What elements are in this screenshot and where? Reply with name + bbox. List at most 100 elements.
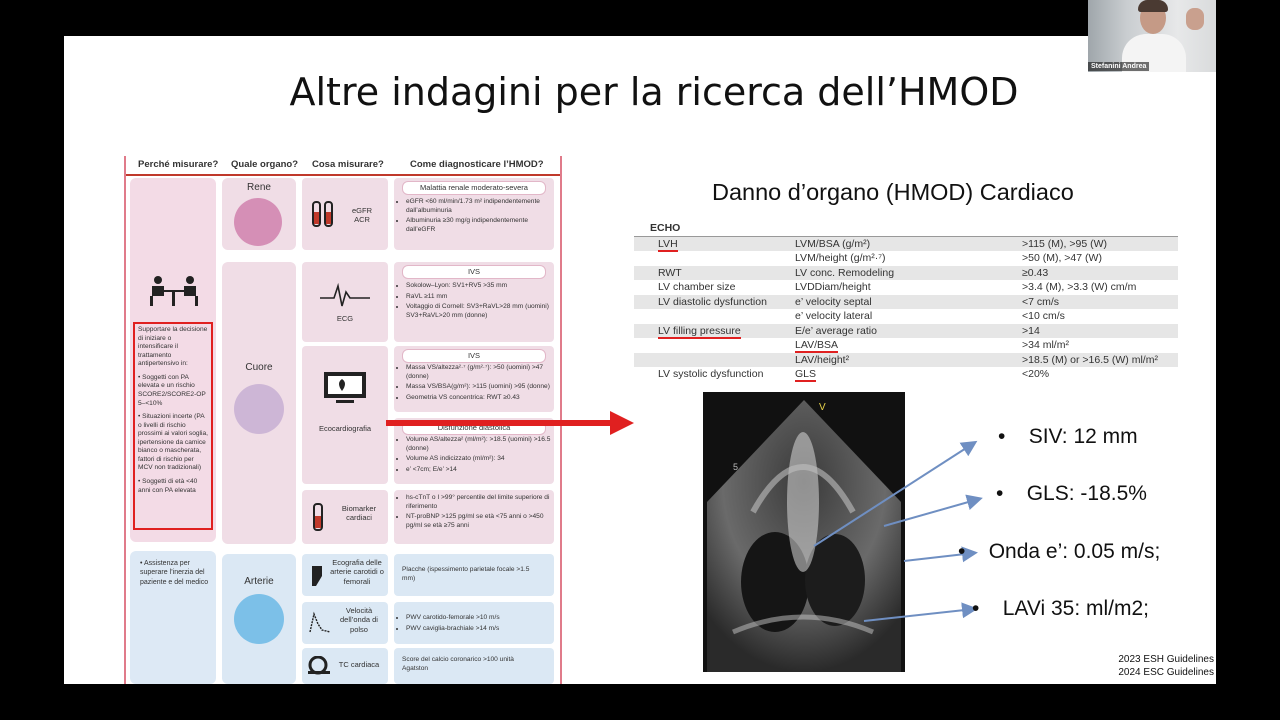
header-divider	[124, 174, 562, 176]
webcam-thumbnail: Stefanini Andrea	[1088, 0, 1216, 72]
diag-bio-item: hs-cTnT o I >99° percentile del limite s…	[406, 494, 556, 511]
cell-gls: GLS	[795, 368, 817, 382]
organ-label-kidney: Rene	[247, 182, 271, 193]
diag-ct-text: Score del calcio coronarico >100 unità A…	[402, 656, 514, 672]
cell: LVM/BSA (g/m²)	[793, 236, 1020, 251]
slide: Altre indagini per la ricerca dell’HMOD …	[64, 36, 1216, 684]
cell: ≥0.43	[1020, 265, 1178, 280]
cell	[634, 251, 793, 266]
why-text-4: • Soggetti di età <40 anni con PA elevat…	[138, 478, 198, 494]
diag-pwv-item: PWV carotido-femorale >10 m/s	[406, 614, 556, 623]
diag-diastolic-item: e’ <7cm; E/e’ >14	[406, 466, 556, 475]
webcam-name-label: Stefanini Andrea	[1088, 62, 1150, 71]
diag-echo-item: Massa VS/BSA(g/m²): >115 (uomini) >95 (d…	[406, 383, 556, 392]
cell: RWT	[634, 265, 793, 280]
measure-biomarkers: Biomarker cardiaci	[302, 490, 388, 544]
left-border	[124, 156, 126, 684]
cell	[634, 309, 793, 324]
cell	[634, 352, 793, 367]
cell: >3.4 (M), >3.3 (W) cm/m	[1022, 281, 1137, 293]
measure-ct: TC cardiaca	[302, 648, 388, 684]
measure-label-echo: Ecocardiografia	[318, 424, 372, 433]
measure-label-ct: TC cardiaca	[338, 660, 380, 669]
diag-kidney-item: eGFR <60 ml/min/1.73 m² indipendentement…	[406, 198, 556, 215]
why-text-1: Supportare la decisione di iniziare o in…	[138, 326, 208, 368]
measure-label-carotid: Ecografia delle arterie carotidi o femor…	[330, 558, 384, 586]
cell: <7 cm/s	[1020, 294, 1178, 309]
finding-siv: • SIV: 12 mm	[998, 425, 1138, 448]
col-header-measure: Cosa misurare?	[312, 159, 384, 170]
organ-kidney: Rene	[222, 178, 296, 250]
footer-line: 2023 ESH Guidelines	[1118, 654, 1214, 665]
cell: >14	[1020, 323, 1178, 338]
diag-kidney-title: Malattia renale moderato-severa	[402, 181, 546, 195]
finding-lavi: • LAVi 35: ml/m2;	[972, 597, 1149, 620]
diag-pwv-item: PWV caviglia-brachiale >14 m/s	[406, 625, 556, 634]
col-header-organ: Quale organo?	[231, 159, 299, 170]
why-text-2: • Soggetti con PA elevata e un rischio S…	[138, 373, 206, 407]
red-arrow	[386, 411, 634, 435]
vial-icon	[313, 503, 323, 531]
cell: LAV/height²	[793, 352, 1020, 367]
finding-text: SIV: 12 mm	[1028, 425, 1138, 448]
cell: LV systolic dysfunction	[658, 368, 764, 380]
ultrasound-probe-icon	[312, 566, 322, 586]
measure-ecg: ECG	[302, 262, 388, 342]
finding-text: Onda e’: 0.05 m/s;	[988, 540, 1161, 563]
finding-text: GLS: -18.5%	[1026, 482, 1147, 505]
measure-pwv: Velocità dell’onda di polso	[302, 602, 388, 644]
cell: LVDDiam/height	[795, 281, 871, 293]
diag-ecg-title: IVS	[402, 265, 546, 279]
measure-label-biomarkers: Biomarker cardiaci	[341, 504, 377, 523]
footer-line: 2024 ESC Guidelines	[1118, 667, 1214, 678]
diag-ecg-item: Sokolow–Lyon: SV1+RV5 >35 mm	[406, 282, 556, 291]
measure-kidney: eGFR ACR	[302, 178, 388, 250]
cell	[634, 338, 793, 353]
measure-label-kidney: eGFR ACR	[351, 206, 372, 225]
organ-heart: Cuore	[222, 262, 296, 544]
diag-ct: Score del calcio coronarico >100 unità A…	[394, 648, 554, 684]
finding-text: LAVi 35: ml/m2;	[1002, 597, 1149, 620]
section-subtitle: Danno d’organo (HMOD) Cardiaco	[712, 179, 1074, 205]
cell-lvh: LVH	[658, 237, 678, 252]
organ-label-arteries: Arterie	[244, 576, 274, 587]
measure-echo: Ecocardiografia	[302, 346, 388, 484]
test-tube-icon	[312, 201, 333, 227]
diag-kidney-item: Albuminuria ≥30 mg/g indipendentemente d…	[406, 217, 556, 234]
diag-kidney: Malattia renale moderato-severa eGFR <60…	[394, 178, 554, 250]
cell: LV chamber size	[658, 281, 736, 293]
ecg-icon	[320, 282, 370, 307]
diag-pwv: PWV carotido-femorale >10 m/s PWV cavigl…	[394, 602, 554, 644]
measure-label-ecg: ECG	[336, 314, 354, 323]
cell: e’ velocity septal	[793, 294, 1020, 309]
diag-carotid-text: Placche (ispessimento parietale focale >…	[402, 566, 530, 582]
col-header-diagnose: Come diagnosticare l’HMOD?	[410, 159, 544, 170]
cell-lv-filling: LV filling pressure	[658, 324, 741, 339]
diag-echo-item: Massa VS/altezza²·⁷ (g/m²·⁷): >50 (uomin…	[406, 364, 556, 381]
cell: E/e’ average ratio	[793, 323, 1020, 338]
guidelines-footer: 2023 ESH Guidelines 2024 ESC Guidelines	[1118, 653, 1214, 679]
measure-carotid: Ecografia delle arterie carotidi o femor…	[302, 554, 388, 596]
why-text-3: • Situazioni incerte (PA o livelli di ri…	[138, 413, 208, 472]
cell: >50 (M), >47 (W)	[1022, 252, 1102, 264]
echo-table-header: ECHO	[634, 221, 1178, 237]
cell: >18.5 (M) or >16.5 (W) ml/m²	[1020, 352, 1178, 367]
why-highlight-box: Supportare la decisione di iniziare o in…	[133, 322, 213, 530]
cell: LVM/height (g/m²·⁷)	[795, 252, 886, 264]
cell: >34 ml/m²	[1022, 339, 1069, 351]
col-header-why: Perché misurare?	[138, 159, 219, 170]
why-panel-2: • Assistenza per superare l’inerzia del …	[130, 551, 216, 684]
cell: LV conc. Remodeling	[793, 265, 1020, 280]
doctor-patient-icon	[150, 276, 198, 306]
diag-echo-title: IVS	[402, 349, 546, 363]
ct-scanner-icon	[308, 656, 330, 675]
measure-label-pwv: Velocità dell’onda di polso	[340, 606, 378, 634]
why2-text: • Assistenza per superare l’inerzia del …	[140, 560, 209, 586]
artery-icon	[234, 594, 284, 644]
diag-echo-item: Geometria VS concentrica: RWT ≥0.43	[406, 394, 556, 403]
diag-diastolic-item: Volume AS indicizzato (ml/m²): 34	[406, 455, 556, 464]
cell: <20%	[1022, 368, 1050, 380]
echo-depth-label: 5	[733, 462, 739, 472]
diag-ecg-item: RaVL ≥11 mm	[406, 293, 556, 302]
cell: <10 cm/s	[1022, 310, 1065, 322]
